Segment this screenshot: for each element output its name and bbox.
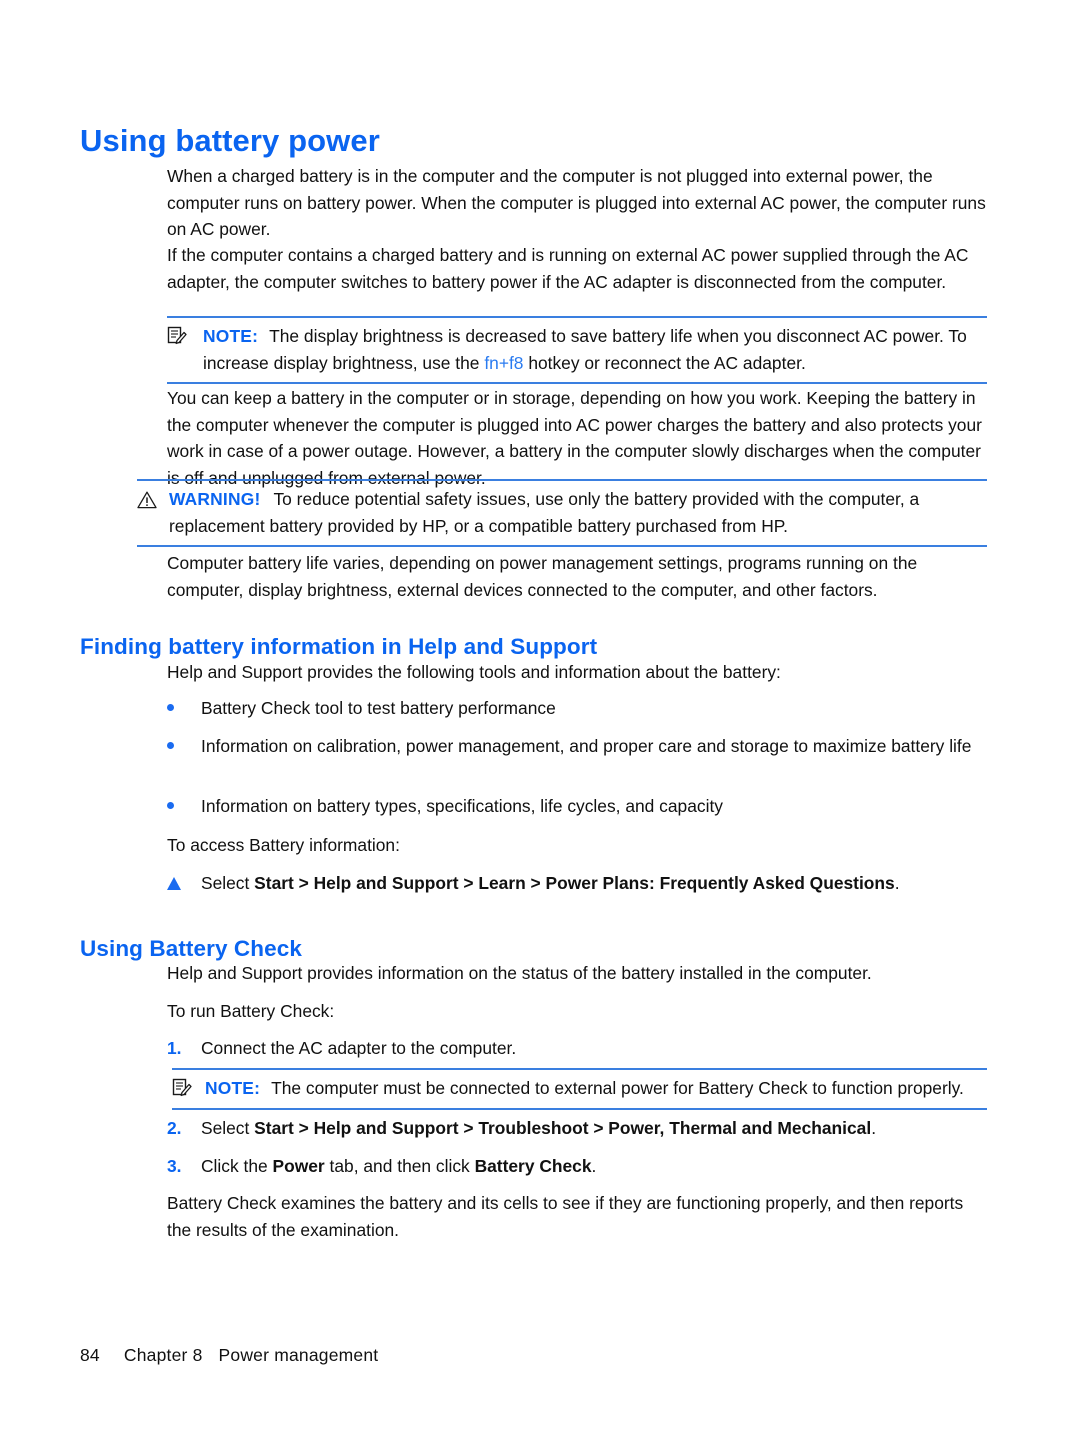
step-prefix: Click the — [201, 1156, 273, 1176]
note-callout-external-power: NOTE: The computer must be connected to e… — [172, 1068, 987, 1110]
paragraph-to-run-battery-check: To run Battery Check: — [167, 1001, 335, 1021]
warning-text: To reduce potential safety issues, use o… — [169, 489, 920, 536]
bullet-marker — [167, 733, 201, 760]
bullet-marker — [167, 793, 201, 820]
list-item: Information on battery types, specificat… — [167, 793, 987, 820]
step-suffix: . — [591, 1156, 597, 1176]
note-icon — [167, 326, 189, 346]
note-text-part-2: hotkey or reconnect the AC adapter. — [523, 352, 806, 373]
step-text: Connect the AC adapter to the computer. — [201, 1038, 517, 1058]
bullet-marker — [167, 695, 201, 722]
note-label: NOTE: — [205, 1078, 261, 1098]
warning-callout-battery-safety: WARNING! To reduce potential safety issue… — [137, 479, 987, 547]
document-page: Using battery power When a charged batte… — [0, 0, 1080, 1437]
step-bold-power: Power — [272, 1156, 325, 1176]
procedure-step-2: 2. Select Start > Help and Support > Tro… — [167, 1115, 987, 1142]
section-heading-finding-battery-information: Finding battery information in Help and … — [80, 633, 598, 659]
hotkey-fn-f8: fn+f8 — [484, 352, 524, 373]
step-number: 3. — [167, 1156, 182, 1176]
page-title: Using battery power — [80, 122, 380, 158]
note-text: The computer must be connected to extern… — [271, 1078, 964, 1098]
paragraph-intro-1: When a charged battery is in the compute… — [167, 166, 986, 239]
list-item-label: Battery Check tool to test battery perfo… — [201, 698, 556, 718]
procedure-step-3: 3. Click the Power tab, and then click B… — [167, 1153, 987, 1180]
footer-page-number: 84 — [80, 1345, 100, 1365]
step-prefix: Select — [201, 1118, 255, 1138]
step-mid: tab, and then click — [324, 1156, 475, 1176]
step-prefix: Select — [201, 873, 255, 893]
step-number: 1. — [167, 1038, 182, 1058]
paragraph-finding-intro: Help and Support provides the following … — [167, 662, 781, 682]
step-number: 2. — [167, 1118, 182, 1138]
footer-chapter-title: Power management — [218, 1345, 379, 1365]
list-item: Battery Check tool to test battery perfo… — [167, 695, 987, 722]
note-label: NOTE: — [203, 326, 259, 346]
warning-triangle-icon — [137, 490, 159, 510]
paragraph-battery-check-intro: Help and Support provides information on… — [167, 963, 872, 983]
step-menu-path: Start > Help and Support > Troubleshoot … — [254, 1118, 872, 1138]
list-item-label: Information on battery types, specificat… — [201, 796, 723, 816]
paragraph-battery-check-closing: Battery Check examines the battery and i… — [167, 1193, 964, 1240]
list-item: Information on calibration, power manage… — [167, 733, 987, 760]
procedure-step-select-start: Select Start > Help and Support > Learn … — [167, 870, 987, 897]
paragraph-intro-4: Computer battery life varies, depending … — [167, 553, 918, 600]
step-suffix: . — [871, 1118, 877, 1138]
note-callout-display-brightness: NOTE: The display brightness is decreased… — [167, 316, 987, 384]
section-heading-using-battery-check: Using Battery Check — [80, 935, 302, 961]
warning-label: WARNING! — [169, 489, 261, 509]
step-suffix: . — [894, 873, 900, 893]
paragraph-access-battery-information: To access Battery information: — [167, 835, 400, 855]
list-item-label: Information on calibration, power manage… — [201, 736, 972, 756]
note-icon — [172, 1078, 194, 1098]
procedure-step-1: 1. Connect the AC adapter to the compute… — [167, 1035, 987, 1062]
triangle-marker — [167, 870, 201, 897]
footer-chapter: Chapter 8 — [123, 1345, 203, 1365]
step-menu-path: Start > Help and Support > Learn > Power… — [254, 873, 895, 893]
paragraph-intro-3: You can keep a battery in the computer o… — [167, 388, 982, 488]
page-footer: 84 Chapter 8 Power management — [80, 1345, 378, 1366]
step-bold-battery-check: Battery Check — [474, 1156, 592, 1176]
paragraph-intro-2: If the computer contains a charged batte… — [167, 245, 969, 292]
